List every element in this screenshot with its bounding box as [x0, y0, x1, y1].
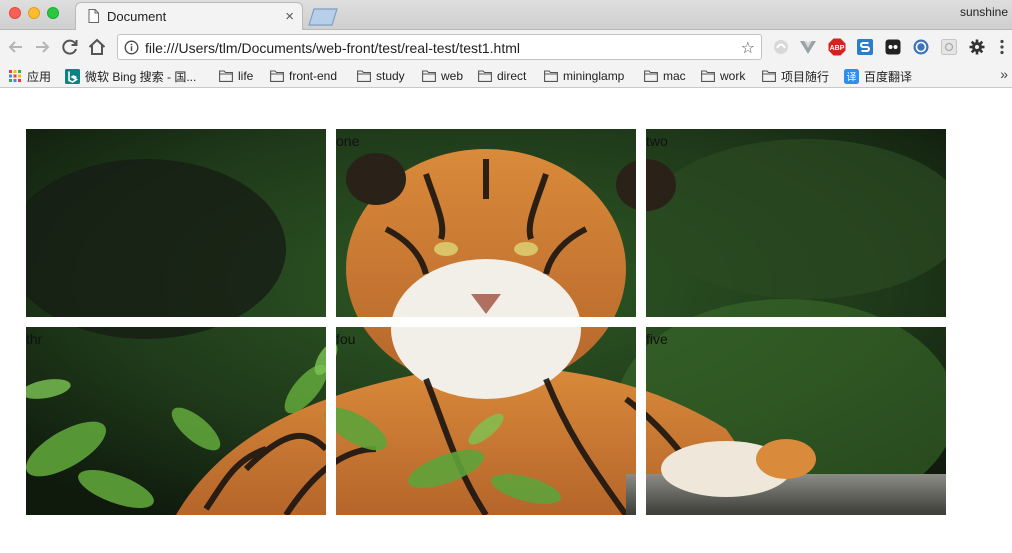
svg-text:译: 译	[847, 71, 857, 83]
cell-label: fou	[336, 331, 356, 347]
menu-dots-icon[interactable]	[993, 38, 1011, 56]
grid-cell-four: fou	[336, 327, 636, 515]
folder-icon	[270, 70, 284, 82]
bookmarks-overflow-chevron-icon[interactable]: »	[1000, 66, 1008, 82]
url-text[interactable]: file:///Users/tlm/Documents/web-front/te…	[145, 40, 520, 56]
tiger-image-tile	[646, 327, 946, 515]
home-icon[interactable]	[86, 36, 108, 58]
tab-title: Document	[107, 9, 167, 24]
address-bar[interactable]: file:///Users/tlm/Documents/web-front/te…	[117, 34, 762, 60]
bookmark-label: web	[441, 69, 464, 83]
maximize-window-button[interactable]	[47, 7, 59, 19]
vue-devtools-icon[interactable]	[799, 38, 817, 56]
bookmark-label: 应用	[27, 69, 52, 84]
page-viewport: one two thr fou five	[0, 89, 1012, 553]
folder-icon	[357, 70, 371, 82]
document-icon	[88, 9, 99, 23]
browser-tab-active[interactable]: Document ×	[75, 2, 303, 30]
bookmark-folder-work[interactable]: work	[701, 67, 745, 85]
window-titlebar: Document × sunshine	[0, 0, 1012, 30]
cell-label: thr	[26, 331, 43, 347]
forward-arrow-icon[interactable]	[31, 36, 53, 58]
minimize-window-button[interactable]	[28, 7, 40, 19]
adblock-label: ABP	[830, 45, 845, 52]
tiger-image-tile	[336, 129, 636, 317]
bookmark-baidu-translate[interactable]: 译 百度翻译	[844, 67, 912, 85]
cell-label: two	[646, 133, 668, 149]
bookmark-folder-direct[interactable]: direct	[478, 67, 526, 85]
bookmark-label: 百度翻译	[864, 69, 913, 84]
folder-icon	[762, 70, 776, 82]
grid-cell-one: one	[336, 129, 636, 317]
bing-icon	[65, 68, 80, 84]
grid-cell-zero	[26, 129, 326, 317]
cell-label: one	[336, 133, 360, 149]
settings-gear-icon[interactable]	[968, 38, 986, 56]
bookmark-apps[interactable]: 应用	[8, 67, 51, 85]
profile-name[interactable]: sunshine	[960, 5, 1008, 19]
apps-grid-icon	[9, 70, 21, 82]
vpn-icon[interactable]	[772, 38, 790, 56]
screenshot-icon[interactable]	[940, 38, 958, 56]
folder-icon	[422, 70, 436, 82]
bookmarks-bar: 应用 微软 Bing 搜索 - 国... life front-end stud…	[0, 64, 1012, 88]
grid-cell-five: five	[646, 327, 946, 515]
bookmark-label: front-end	[289, 69, 338, 83]
tiger-image-tile	[26, 129, 326, 317]
folder-icon	[544, 70, 558, 82]
tiger-image-tile	[336, 327, 636, 515]
ghostery-icon[interactable]	[884, 38, 902, 56]
bookmark-folder-mininglamp[interactable]: mininglamp	[544, 67, 624, 85]
info-icon[interactable]	[124, 40, 139, 55]
bookmark-folder-study[interactable]: study	[357, 67, 405, 85]
bookmark-label: study	[376, 69, 405, 83]
bookmark-label: life	[238, 69, 254, 83]
bookmark-folder-mac[interactable]: mac	[644, 67, 686, 85]
bookmark-label: 微软 Bing 搜索 - 国...	[85, 69, 197, 84]
back-arrow-icon[interactable]	[5, 36, 27, 58]
s-extension-icon[interactable]	[856, 38, 874, 56]
adblock-plus-icon[interactable]: ABP	[828, 38, 846, 56]
tiger-image-tile	[646, 129, 946, 317]
close-window-button[interactable]	[9, 7, 21, 19]
bookmark-folder-web[interactable]: web	[422, 67, 463, 85]
bookmark-folder-project[interactable]: 项目随行	[762, 67, 829, 85]
baidu-translate-icon: 译	[844, 68, 859, 84]
bookmark-label: work	[720, 69, 746, 83]
tiger-image-tile	[26, 327, 326, 515]
bookmark-folder-front-end[interactable]: front-end	[270, 67, 337, 85]
grid-cell-two: two	[646, 129, 946, 317]
folder-icon	[644, 70, 658, 82]
grid-cell-three: thr	[26, 327, 326, 515]
cell-label: five	[646, 331, 668, 347]
tab-close-icon[interactable]: ×	[285, 8, 294, 25]
bookmark-folder-life[interactable]: life	[219, 67, 253, 85]
folder-icon	[478, 70, 492, 82]
image-grid: one two thr fou five	[26, 129, 946, 515]
new-tab-button[interactable]	[306, 7, 340, 26]
sync-icon[interactable]	[912, 38, 930, 56]
bookmark-label: direct	[497, 69, 527, 83]
bookmark-bing[interactable]: 微软 Bing 搜索 - 国...	[65, 67, 196, 85]
folder-icon	[219, 70, 233, 82]
reload-icon[interactable]	[59, 36, 81, 58]
bookmark-label: mininglamp	[563, 69, 625, 83]
bookmark-star-icon[interactable]: ☆	[741, 38, 755, 58]
bookmark-label: 项目随行	[781, 69, 830, 84]
browser-toolbar: file:///Users/tlm/Documents/web-front/te…	[0, 30, 1012, 64]
bookmark-label: mac	[663, 69, 686, 83]
folder-icon	[701, 70, 715, 82]
